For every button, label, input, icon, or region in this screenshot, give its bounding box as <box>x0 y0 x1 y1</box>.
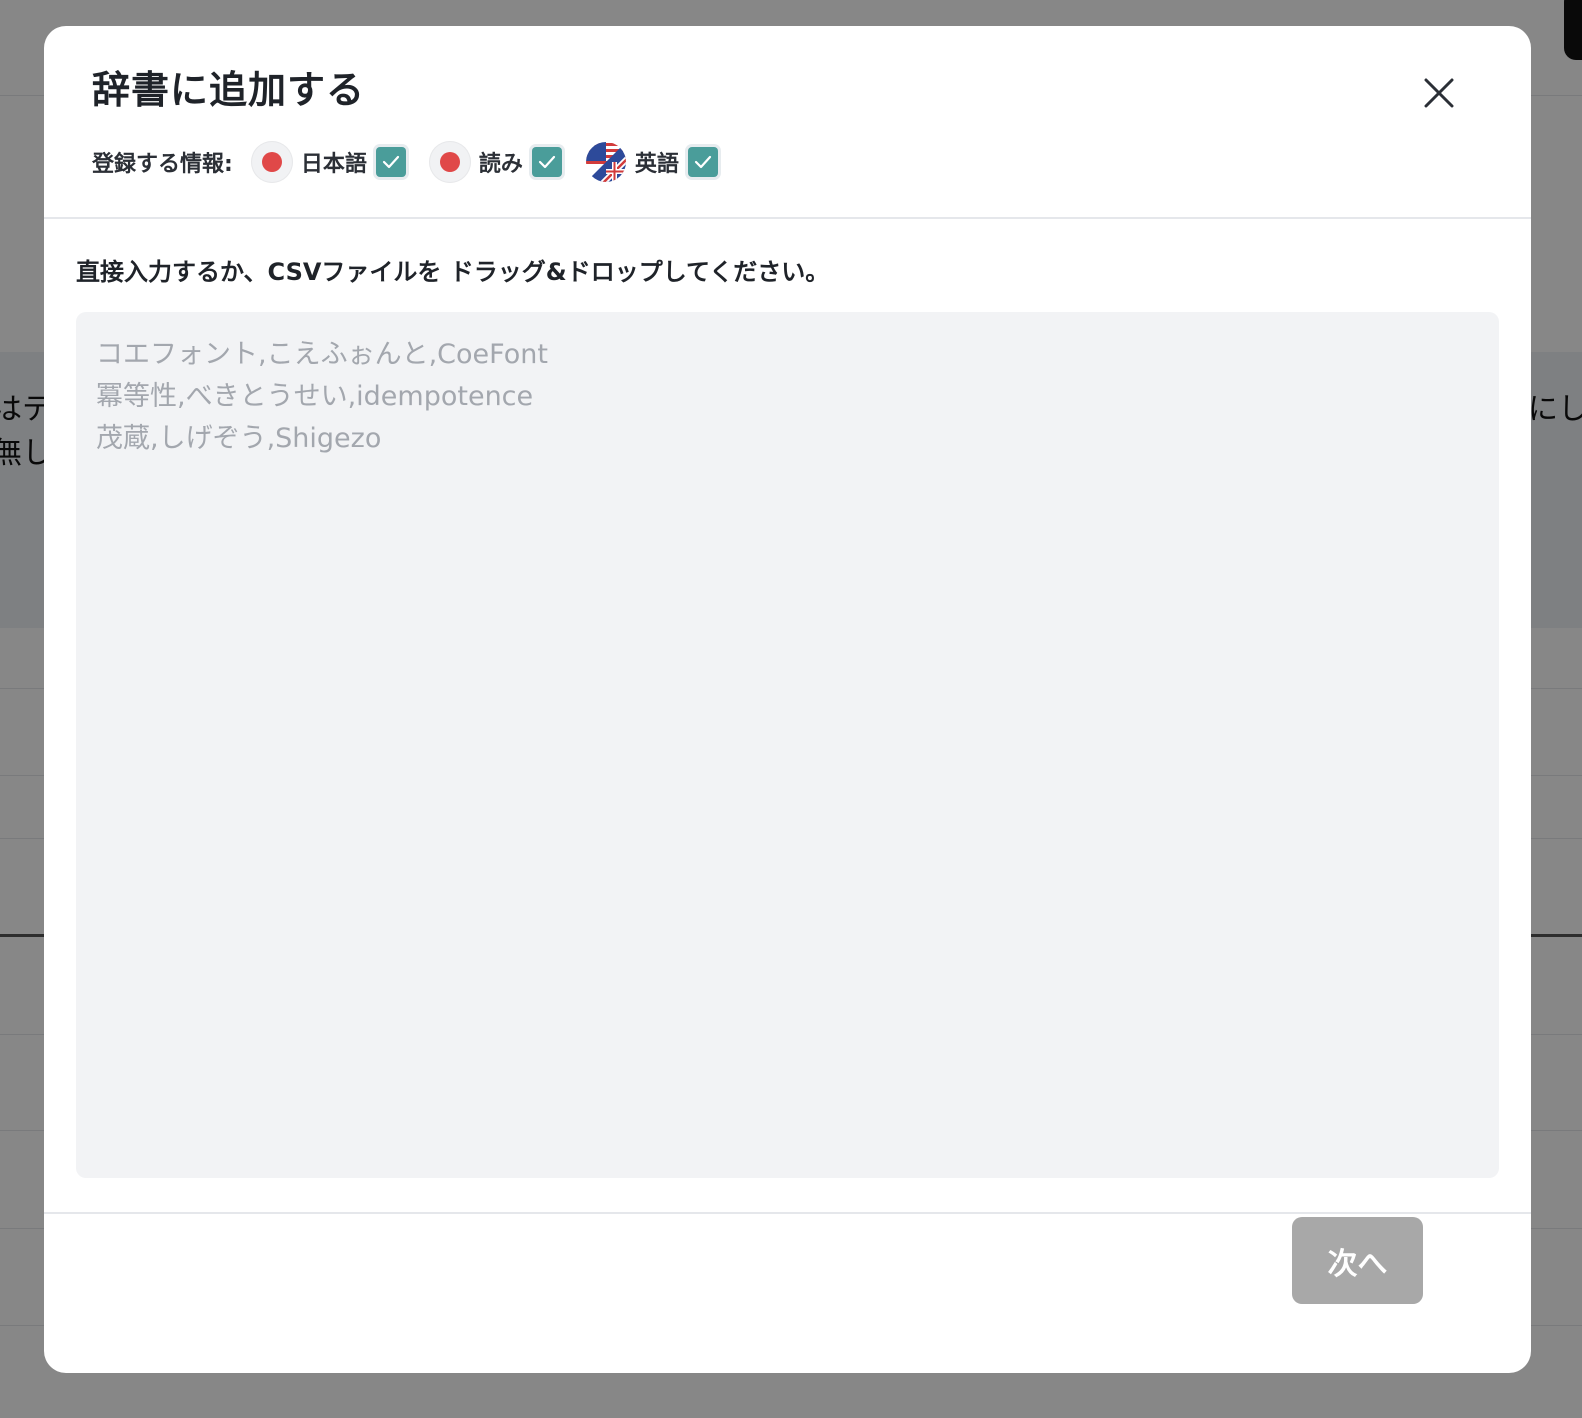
field-japanese: 日本語 <box>250 141 409 183</box>
field-english-label: 英語 <box>634 152 679 177</box>
check-icon <box>538 155 555 169</box>
next-button[interactable]: 次へ <box>1292 1217 1423 1304</box>
close-icon <box>1424 78 1454 108</box>
field-english: 英語 <box>585 141 721 183</box>
input-instruction: 直接入力するか、CSVファイルを ドラッグ&ドロップしてください。 <box>76 258 830 286</box>
check-icon <box>694 155 711 169</box>
modal-header: 辞書に追加する 登録する情報: 日本語 読み 英語 <box>44 26 1531 219</box>
jp-flag-icon <box>250 141 293 183</box>
field-english-checkbox[interactable] <box>684 144 721 180</box>
field-reading-label: 読み <box>478 152 523 177</box>
check-icon <box>382 155 399 169</box>
register-info-row: 登録する情報: 日本語 読み 英語 <box>92 138 741 186</box>
us-uk-flag-icon <box>585 141 627 183</box>
close-button[interactable] <box>1410 64 1468 122</box>
field-japanese-checkbox[interactable] <box>372 144 409 180</box>
modal-title: 辞書に追加する <box>92 68 366 112</box>
add-to-dictionary-modal: 辞書に追加する 登録する情報: 日本語 読み 英語 直接入力するか、CSVファイ… <box>44 26 1531 1373</box>
field-japanese-label: 日本語 <box>300 152 367 177</box>
dictionary-entry-textarea[interactable] <box>76 312 1499 1178</box>
jp-flag-icon <box>428 141 471 183</box>
field-reading-checkbox[interactable] <box>528 144 565 180</box>
field-reading: 読み <box>428 141 565 183</box>
register-info-label: 登録する情報: <box>92 152 233 177</box>
